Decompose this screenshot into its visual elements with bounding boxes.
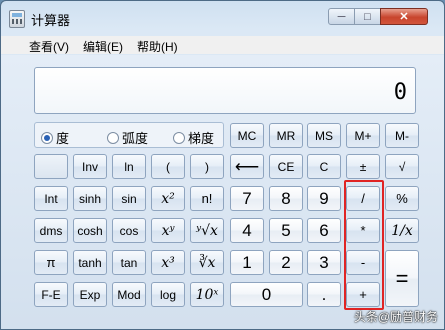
key-percent[interactable]: % <box>385 186 419 211</box>
key-m-plus[interactable]: M+ <box>346 123 380 148</box>
key-1[interactable]: 1 <box>230 250 264 275</box>
key-subtract[interactable]: - <box>346 250 380 275</box>
radio-radians[interactable]: 弧度 <box>107 128 149 146</box>
key-multiply[interactable]: * <box>346 218 380 243</box>
key-9[interactable]: 9 <box>307 186 341 211</box>
key-log[interactable]: log <box>151 282 185 307</box>
angle-mode-group: 度 弧度 梯度 <box>34 122 224 148</box>
radio-degrees[interactable]: 度 <box>41 128 70 146</box>
menu-bar: 查看(V) 编辑(E) 帮助(H) <box>1 36 444 54</box>
key-8[interactable]: 8 <box>269 186 303 211</box>
key-cos[interactable]: cos <box>112 218 146 243</box>
key-mod[interactable]: Mod <box>112 282 146 307</box>
key-0[interactable]: 0 <box>230 282 303 307</box>
key-tanh[interactable]: tanh <box>73 250 107 275</box>
menu-edit[interactable]: 编辑(E) <box>83 38 123 55</box>
key-negate[interactable]: ± <box>346 154 380 179</box>
key-equals[interactable]: = <box>385 250 419 307</box>
radio-label: 度 <box>56 131 70 146</box>
key-close-paren[interactable]: ) <box>190 154 224 179</box>
menu-view[interactable]: 查看(V) <box>29 38 69 55</box>
key-sin[interactable]: sin <box>112 186 146 211</box>
window-title: 计算器 <box>31 13 71 28</box>
key-4[interactable]: 4 <box>230 218 264 243</box>
key-ce[interactable]: CE <box>269 154 303 179</box>
key-6[interactable]: 6 <box>307 218 341 243</box>
watermark: 头条@励普财务 <box>353 310 438 324</box>
key-pi[interactable]: π <box>34 250 68 275</box>
key-factorial[interactable]: n! <box>190 186 224 211</box>
key-ms[interactable]: MS <box>307 123 341 148</box>
radio-label: 梯度 <box>188 131 215 146</box>
key-mc[interactable]: MC <box>230 123 264 148</box>
close-button[interactable]: ✕ <box>380 8 428 25</box>
key-open-paren[interactable]: ( <box>151 154 185 179</box>
key-decimal[interactable]: . <box>307 282 341 307</box>
key-5[interactable]: 5 <box>269 218 303 243</box>
key-ten-power[interactable]: 10ˣ <box>190 282 224 307</box>
key-blank <box>34 154 68 179</box>
key-power[interactable]: xʸ <box>151 218 185 243</box>
key-mr[interactable]: MR <box>269 123 303 148</box>
result-display: 0 <box>34 67 416 114</box>
key-ln[interactable]: ln <box>112 154 146 179</box>
key-cube-root[interactable]: ∛x <box>190 250 224 275</box>
radio-gradians[interactable]: 梯度 <box>173 128 215 146</box>
display-value: 0 <box>393 80 407 105</box>
key-m-minus[interactable]: M- <box>385 123 419 148</box>
key-inv[interactable]: Inv <box>73 154 107 179</box>
key-backspace[interactable]: ⟵ <box>230 154 264 179</box>
maximize-button[interactable]: □ <box>354 8 381 25</box>
radio-dot-icon <box>173 132 185 144</box>
key-3[interactable]: 3 <box>307 250 341 275</box>
key-sinh[interactable]: sinh <box>73 186 107 211</box>
key-cube[interactable]: x³ <box>151 250 185 275</box>
radio-dot-icon <box>41 132 53 144</box>
calculator-icon <box>9 10 25 28</box>
key-cosh[interactable]: cosh <box>73 218 107 243</box>
key-square[interactable]: x² <box>151 186 185 211</box>
radio-label: 弧度 <box>122 131 149 146</box>
radio-dot-icon <box>107 132 119 144</box>
key-dms[interactable]: dms <box>34 218 68 243</box>
calculator-window: 计算器 ─ □ ✕ 查看(V) 编辑(E) 帮助(H) 0 度 弧度 梯度 MC… <box>0 0 445 330</box>
key-reciprocal[interactable]: 1/x <box>385 218 419 243</box>
key-c[interactable]: C <box>307 154 341 179</box>
key-exp[interactable]: Exp <box>73 282 107 307</box>
minimize-button[interactable]: ─ <box>328 8 355 25</box>
key-int[interactable]: Int <box>34 186 68 211</box>
key-sqrt[interactable]: √ <box>385 154 419 179</box>
menu-help[interactable]: 帮助(H) <box>137 38 178 55</box>
key-7[interactable]: 7 <box>230 186 264 211</box>
key-divide[interactable]: / <box>346 186 380 211</box>
key-2[interactable]: 2 <box>269 250 303 275</box>
key-tan[interactable]: tan <box>112 250 146 275</box>
title-bar[interactable]: 计算器 ─ □ ✕ <box>1 1 444 35</box>
key-fe[interactable]: F-E <box>34 282 68 307</box>
key-yth-root[interactable]: ʸ√x <box>190 218 224 243</box>
key-add[interactable]: + <box>346 282 380 307</box>
